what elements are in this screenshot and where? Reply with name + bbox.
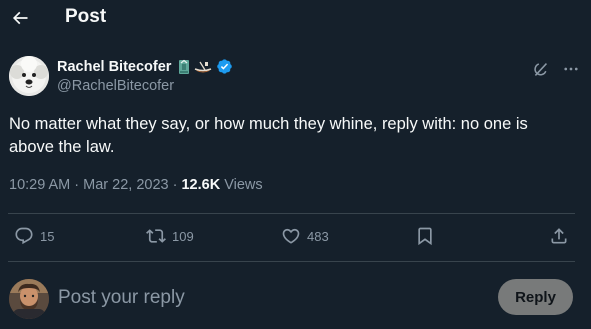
bookmark-icon (418, 227, 432, 246)
reply-button[interactable]: Reply (498, 279, 573, 315)
user-avatar[interactable] (9, 279, 49, 319)
verified-badge-icon[interactable] (216, 58, 233, 75)
grok-button[interactable] (529, 58, 551, 80)
user-avatar-image (9, 279, 49, 319)
dog-avatar-image (9, 56, 49, 96)
tweet-text: No matter what they say, or how much the… (9, 115, 528, 156)
reply-icon (15, 227, 33, 245)
heart-icon (282, 228, 300, 244)
tweet-timestamp[interactable]: 10:29 AM · Mar 22, 2023 · (9, 177, 181, 193)
author-name-row: Rachel Bitecofer (57, 58, 233, 75)
repost-icon (146, 229, 166, 243)
bookmark-action[interactable] (415, 226, 435, 246)
back-button[interactable] (6, 4, 34, 32)
views-count: 12.6K (181, 177, 221, 193)
page-title: Post (65, 6, 107, 27)
repost-count: 109 (172, 228, 194, 244)
like-count: 483 (307, 228, 329, 244)
action-bar: 15 109 483 (0, 214, 591, 260)
repost-action[interactable]: 109 (146, 226, 194, 246)
header: Post (0, 0, 591, 36)
share-icon (551, 228, 567, 244)
reply-composer: Reply (0, 262, 591, 329)
statue-of-liberty-emoji (179, 59, 190, 74)
views-label: Views (220, 177, 263, 193)
canoe-emoji (195, 61, 212, 72)
reply-action[interactable]: 15 (14, 226, 54, 246)
more-horizontal-icon (564, 67, 578, 71)
author-avatar[interactable] (9, 56, 49, 96)
grok-icon (533, 62, 547, 76)
author-handle[interactable]: @RachelBitecofer (57, 78, 174, 94)
like-action[interactable]: 483 (281, 226, 329, 246)
arrow-left-icon (12, 11, 28, 25)
more-options-button[interactable] (560, 58, 582, 80)
reply-input[interactable] (58, 284, 458, 312)
tweet-meta: 10:29 AM · Mar 22, 2023 · 12.6K Views (9, 177, 263, 193)
share-action[interactable] (549, 226, 569, 246)
author-display-name[interactable]: Rachel Bitecofer (57, 59, 171, 75)
tweet-author: Rachel Bitecofer @RachelBitecofer (9, 56, 584, 98)
reply-count: 15 (40, 228, 55, 244)
